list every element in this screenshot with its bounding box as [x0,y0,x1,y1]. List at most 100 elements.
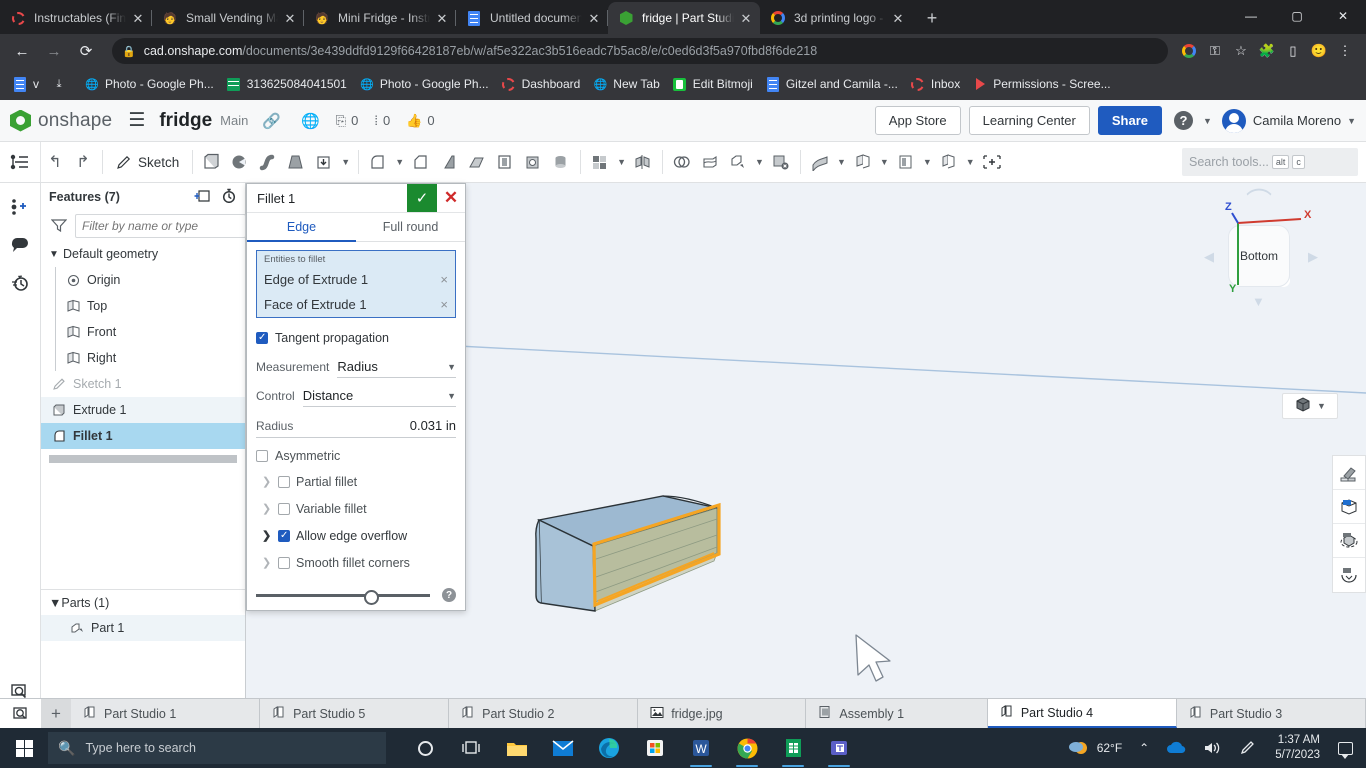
workspace-label[interactable]: Main [220,113,248,128]
version-counter[interactable]: ⁞ 0 [374,113,390,128]
render-icon[interactable] [1333,524,1365,558]
part-item-1[interactable]: Part 1 [41,615,245,641]
history-icon[interactable] [5,267,35,299]
document-name[interactable]: fridge [159,110,212,132]
rollback-timer-icon[interactable] [221,188,237,206]
downloads-button[interactable]: ⤓ [45,73,78,95]
section-cube-icon[interactable] [1333,490,1365,524]
doc-tab-part-studio-4[interactable]: Part Studio 4 [988,699,1177,728]
close-icon[interactable]: ✕ [890,10,906,26]
feature-plane-right[interactable]: Right [41,345,245,371]
chevron-down-icon[interactable]: ▼ [752,157,767,167]
browser-tab[interactable]: Instructables (Final) ✕ [0,2,152,34]
entity-row[interactable]: Edge of Extrude 1 × [257,267,455,292]
chevron-down-icon[interactable]: ▼ [1317,401,1326,411]
doc-tab-part-studio-5[interactable]: Part Studio 5 [260,699,449,728]
loft-icon[interactable] [282,145,310,179]
plane-tool-icon[interactable] [849,145,877,179]
feature-tree-toggle-icon[interactable] [0,142,41,182]
add-tab-button[interactable]: + [41,699,71,728]
chevron-down-icon[interactable]: ▼ [49,596,61,610]
chevron-down-icon[interactable]: ▼ [920,157,935,167]
learning-center-button[interactable]: Learning Center [969,106,1090,135]
variable-icon[interactable] [935,145,963,179]
hole-icon[interactable] [519,145,547,179]
taskbar-search-input[interactable]: 🔍 Type here to search [48,732,386,764]
key-icon[interactable]: ⚿ [1202,38,1228,64]
rotate-up-arrow-icon[interactable]: ⌒ [1226,195,1292,209]
view-cube-face[interactable]: Bottom [1228,225,1290,287]
bookmark-item[interactable]: 313625084041501 [220,73,353,95]
help-menu[interactable]: ? ▼ [1174,111,1212,130]
chevron-up-icon[interactable]: ⌃ [1132,728,1156,768]
link-icon[interactable]: 🔗 [262,112,281,130]
cancel-button[interactable]: ✕ [437,184,465,212]
chrome-icon[interactable] [726,728,768,768]
browser-tab[interactable]: 3d printing logo - Goo ✕ [760,2,912,34]
like-counter[interactable]: 👍 0 [406,113,434,129]
filter-input[interactable] [75,214,246,238]
boolean-icon[interactable] [668,145,696,179]
split-icon[interactable] [696,145,724,179]
bookmark-item[interactable]: 🌐 Photo - Google Ph... [353,73,495,95]
allow-edge-overflow-row[interactable]: ❯ Allow edge overflow [256,522,456,549]
rotate-down-arrow-icon[interactable]: ▼ [1252,294,1265,309]
back-icon[interactable]: ← [8,37,36,65]
close-icon[interactable]: ✕ [282,10,298,26]
pen-icon[interactable] [1232,728,1264,768]
bookmark-item[interactable]: Dashboard [495,73,587,95]
extensions-icon[interactable]: 🧩 [1254,38,1280,64]
feature-fillet-1[interactable]: Fillet 1 [41,423,245,449]
rib-icon[interactable] [463,145,491,179]
smooth-fillet-corners-checkbox[interactable] [278,557,290,569]
measurement-select[interactable]: Radius ▼ [337,356,456,378]
remove-entity-icon[interactable]: × [440,272,448,287]
doc-tab-part-studio-3[interactable]: Part Studio 3 [1177,699,1366,728]
feature-origin[interactable]: Origin [41,267,245,293]
bookmark-item[interactable]: 🌐 New Tab [586,73,665,95]
browser-tab-active[interactable]: fridge | Part Studio 4 ✕ [608,2,760,34]
chevron-right-icon[interactable]: ❯ [262,475,272,488]
app-store-button[interactable]: App Store [875,106,961,135]
appearance-icon[interactable] [1333,456,1365,490]
rotate-left-arrow-icon[interactable]: ◀ [1204,249,1214,265]
close-window-button[interactable]: ✕ [1320,0,1366,32]
undo-icon[interactable]: ↰ [41,145,69,179]
tab-manager-icon[interactable] [0,699,41,728]
feature-plane-top[interactable]: Top [41,293,245,319]
control-select[interactable]: Distance ▼ [303,385,456,407]
entity-row[interactable]: Face of Extrude 1 × [257,292,455,317]
globe-icon[interactable]: 🌐 [301,112,320,130]
entities-to-fillet-box[interactable]: Entities to fillet Edge of Extrude 1 × F… [256,250,456,318]
feature-group-default-geometry[interactable]: ▼ Default geometry [41,241,245,267]
new-folder-icon[interactable] [194,189,211,206]
menu-icon[interactable]: ⋮ [1332,38,1358,64]
doc-tab-part-studio-1[interactable]: Part Studio 1 [71,699,260,728]
word-icon[interactable]: W [680,728,722,768]
chevron-down-icon[interactable]: ▼ [392,157,407,167]
filter-icon[interactable] [51,218,67,235]
new-tab-button[interactable]: + [918,4,946,32]
tangent-propagation-row[interactable]: Tangent propagation [256,326,456,350]
radius-value[interactable]: 0.031 in [293,418,456,433]
bookmark-item[interactable]: Inbox [904,73,966,95]
file-explorer-icon[interactable] [496,728,538,768]
chevron-right-icon[interactable]: ❯ [262,556,272,569]
sketch-button[interactable]: Sketch [108,154,187,170]
tab-edge[interactable]: Edge [247,213,356,242]
close-icon[interactable]: ✕ [586,10,602,26]
chevron-right-icon[interactable]: ❯ [262,529,272,542]
add-feature-icon[interactable] [978,145,1006,179]
bookmark-item[interactable]: v [6,73,45,95]
bookmark-item[interactable]: Gitzel and Camila -... [759,73,904,95]
comments-icon[interactable] [5,229,35,261]
clock[interactable]: 1:37 AM 5/7/2023 [1267,733,1328,763]
variable-fillet-row[interactable]: ❯ Variable fillet [256,495,456,522]
feature-sketch-1[interactable]: Sketch 1 [41,371,245,397]
rotate-right-arrow-icon[interactable]: ▶ [1308,249,1318,265]
microsoft-store-icon[interactable] [634,728,676,768]
bookmark-item[interactable]: 🌐 Photo - Google Ph... [78,73,220,95]
partial-fillet-checkbox[interactable] [278,476,290,488]
mail-icon[interactable] [542,728,584,768]
sidepanel-icon[interactable]: ▯ [1280,38,1306,64]
